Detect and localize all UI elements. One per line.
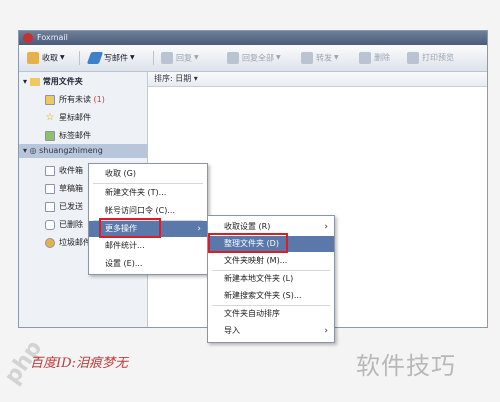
sidebar-item-sent[interactable]: 已发送 bbox=[45, 201, 83, 212]
sidebar-item-tagged[interactable]: 标签邮件 bbox=[45, 130, 91, 141]
toolbar-divider bbox=[79, 51, 80, 65]
folder-icon bbox=[29, 77, 40, 86]
common-folders-header[interactable]: ▾ 常用文件夹 bbox=[23, 76, 83, 87]
menu-item-receive[interactable]: 收取 (G) bbox=[89, 166, 207, 182]
chevron-down-icon: ▼ bbox=[130, 54, 135, 61]
envelope-icon bbox=[27, 52, 39, 64]
reply-all-button[interactable]: 回复全部 ▼ bbox=[227, 49, 281, 67]
sidebar-item-label: 收件箱 bbox=[59, 166, 83, 175]
chevron-right-icon: › bbox=[324, 326, 328, 336]
sidebar-item-label: 草稿箱 bbox=[59, 184, 83, 193]
receive-button[interactable]: 收取 ▼ bbox=[27, 49, 65, 67]
menu-item-mail-stats[interactable]: 邮件统计... bbox=[89, 238, 207, 254]
compose-button[interactable]: 写邮件 ▼ bbox=[86, 49, 135, 67]
sidebar-item-label: 标签邮件 bbox=[59, 131, 91, 140]
pen-icon bbox=[86, 52, 104, 64]
sidebar-item-starred[interactable]: ☆ 星标邮件 bbox=[45, 112, 91, 123]
highlight-box-more-actions bbox=[99, 218, 161, 238]
menu-item-settings[interactable]: 设置 (E)... bbox=[89, 256, 207, 272]
menu-item-label: 收取设置 (R) bbox=[224, 222, 271, 231]
reply-all-label: 回复全部 bbox=[242, 53, 274, 63]
trash-icon bbox=[45, 219, 55, 230]
sidebar-item-junk[interactable]: 垃圾邮件 bbox=[45, 237, 91, 248]
toolbar: 收取 ▼ 写邮件 ▼ 回复 ▼ 回复全部 ▼ 转发 ▼ 删除 打印预览 bbox=[19, 45, 487, 72]
reply-button[interactable]: 回复 ▼ bbox=[161, 49, 199, 67]
sidebar-item-label: 所有未读 bbox=[59, 95, 91, 104]
sidebar-item-inbox[interactable]: 收件箱 bbox=[45, 165, 83, 176]
menu-item-import[interactable]: 导入 › bbox=[208, 323, 334, 339]
sort-label: 排序: 日期 ▾ bbox=[154, 74, 198, 83]
print-preview-button[interactable]: 打印预览 bbox=[407, 49, 454, 67]
menu-item-label: 导入 bbox=[224, 326, 240, 335]
chevron-down-icon: ▾ bbox=[23, 77, 30, 86]
title-bar: Foxmail bbox=[19, 31, 487, 45]
delete-label: 删除 bbox=[374, 53, 390, 62]
menu-divider bbox=[93, 183, 203, 184]
menu-item-auto-sort[interactable]: 文件夹自动排序 bbox=[208, 306, 334, 322]
unread-count: (1) bbox=[93, 95, 105, 104]
sidebar-item-label: 已发送 bbox=[59, 202, 83, 211]
menu-item-new-folder[interactable]: 新建文件夹 (T)... bbox=[89, 185, 207, 201]
compose-label: 写邮件 bbox=[104, 53, 128, 63]
receive-label: 收取 bbox=[42, 53, 58, 63]
menu-item-folder-mapping[interactable]: 文件夹映射 (M)... bbox=[208, 253, 334, 269]
window-title: Foxmail bbox=[37, 33, 68, 42]
sidebar-item-label: 已删除 bbox=[59, 220, 83, 229]
menu-item-new-search-folder[interactable]: 新建搜索文件夹 (S)... bbox=[208, 288, 334, 304]
forward-label: 转发 bbox=[316, 53, 332, 63]
printer-icon bbox=[407, 51, 419, 64]
toolbar-divider bbox=[153, 51, 154, 65]
sidebar-item-all-unread[interactable]: 所有未读 (1) bbox=[45, 94, 105, 105]
delete-icon bbox=[359, 51, 371, 64]
account-name: shuangzhimeng bbox=[39, 146, 103, 155]
chevron-down-icon: ▼ bbox=[334, 54, 339, 61]
reply-label: 回复 bbox=[176, 53, 192, 63]
junk-icon bbox=[45, 237, 55, 248]
folder-icon bbox=[45, 94, 55, 105]
sidebar-item-label: 垃圾邮件 bbox=[59, 238, 91, 247]
tag-icon bbox=[45, 130, 55, 141]
sidebar-item-label: 星标邮件 bbox=[59, 113, 91, 122]
account-header[interactable]: ▾ ◎ shuangzhimeng bbox=[19, 144, 147, 158]
chevron-right-icon: › bbox=[324, 222, 328, 232]
chevron-right-icon: › bbox=[197, 224, 201, 234]
forward-button[interactable]: 转发 ▼ bbox=[301, 49, 339, 67]
menu-item-account-password[interactable]: 帐号访问口令 (C)... bbox=[89, 203, 207, 219]
star-icon: ☆ bbox=[45, 111, 55, 123]
drafts-icon bbox=[45, 183, 55, 194]
sidebar-item-drafts[interactable]: 草稿箱 bbox=[45, 183, 83, 194]
sent-icon bbox=[45, 201, 55, 212]
sidebar-item-deleted[interactable]: 已删除 bbox=[45, 219, 83, 230]
watermark-site: 软件技巧 bbox=[356, 352, 456, 380]
print-preview-label: 打印预览 bbox=[422, 53, 454, 62]
menu-item-new-local-folder[interactable]: 新建本地文件夹 (L) bbox=[208, 271, 334, 287]
reply-icon bbox=[161, 52, 173, 64]
chevron-down-icon: ▼ bbox=[60, 54, 65, 61]
highlight-box-organize-folder bbox=[208, 233, 288, 253]
mail-list-header[interactable]: 排序: 日期 ▾ bbox=[148, 72, 487, 87]
chevron-down-icon: ▼ bbox=[194, 54, 199, 61]
delete-button[interactable]: 删除 bbox=[359, 49, 390, 67]
foxmail-logo-icon bbox=[23, 33, 33, 43]
common-folders-label: 常用文件夹 bbox=[42, 77, 83, 86]
reply-all-icon bbox=[227, 52, 239, 64]
chevron-down-icon: ▾ ◎ bbox=[23, 146, 40, 155]
forward-icon bbox=[301, 52, 313, 64]
inbox-icon bbox=[45, 165, 55, 176]
chevron-down-icon: ▼ bbox=[276, 54, 281, 61]
watermark-author: 百度ID:泪痕梦无 bbox=[30, 356, 128, 371]
